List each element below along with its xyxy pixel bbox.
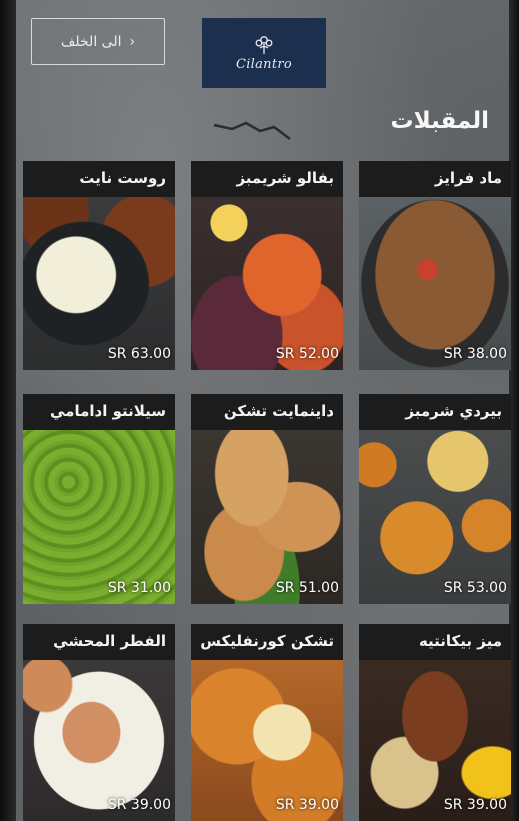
menu-item-price: SR 51.00: [275, 580, 339, 596]
background-crack-texture: [213, 121, 291, 140]
menu-item-photo: [359, 197, 511, 370]
menu-item-name: سيلانتو ادامامي: [23, 394, 175, 430]
menu-item-photo: [191, 197, 343, 370]
menu-item-name: روست نايت: [23, 161, 175, 197]
menu-item-card[interactable]: داينمايت تشكن SR 51.00: [191, 394, 343, 604]
menu-item-price: SR 39.00: [443, 797, 507, 813]
menu-item-photo: [23, 197, 175, 370]
chevron-right-icon: ›: [129, 33, 136, 50]
menu-item-card[interactable]: بيردي شرمبز SR 53.00: [359, 394, 511, 604]
menu-item-price: SR 38.00: [443, 346, 507, 362]
logo-wordmark: Cilantro: [235, 56, 293, 72]
cilantro-leaf-icon: [255, 35, 273, 54]
menu-item-name: تشكن كورنفليكس: [191, 624, 343, 660]
menu-item-name: داينمايت تشكن: [191, 394, 343, 430]
menu-item-card[interactable]: الفطر المحشي SR 39.00: [23, 624, 175, 821]
device-bezel-left: [0, 0, 16, 821]
menu-item-price: SR 63.00: [107, 346, 171, 362]
menu-item-price: SR 52.00: [275, 346, 339, 362]
back-button[interactable]: الى الخلف ›: [31, 18, 165, 65]
menu-item-name: ميز بيكانتيه: [359, 624, 511, 660]
menu-item-photo: [23, 430, 175, 604]
menu-item-card[interactable]: سيلانتو ادامامي SR 31.00: [23, 394, 175, 604]
menu-item-name: بيردي شرمبز: [359, 394, 511, 430]
restaurant-logo: Cilantro: [202, 18, 326, 88]
menu-item-name: بفالو شريمبز: [191, 161, 343, 197]
menu-item-photo: [191, 430, 343, 604]
app-screen: الى الخلف › Cilantro المقبلات ماد فرايز …: [0, 0, 519, 821]
menu-item-price: SR 31.00: [107, 580, 171, 596]
menu-item-name: الفطر المحشي: [23, 624, 175, 660]
back-button-label: الى الخلف: [60, 33, 122, 50]
menu-item-card[interactable]: بفالو شريمبز SR 52.00: [191, 161, 343, 370]
menu-item-card[interactable]: ميز بيكانتيه SR 39.00: [359, 624, 511, 821]
menu-item-photo: [359, 430, 511, 604]
menu-item-price: SR 39.00: [107, 797, 171, 813]
section-title: المقبلات: [390, 108, 489, 134]
menu-item-card[interactable]: روست نايت SR 63.00: [23, 161, 175, 370]
menu-item-card[interactable]: ماد فرايز SR 38.00: [359, 161, 511, 370]
menu-item-card[interactable]: تشكن كورنفليكس SR 39.00: [191, 624, 343, 821]
menu-item-name: ماد فرايز: [359, 161, 511, 197]
menu-item-price: SR 39.00: [275, 797, 339, 813]
menu-item-price: SR 53.00: [443, 580, 507, 596]
